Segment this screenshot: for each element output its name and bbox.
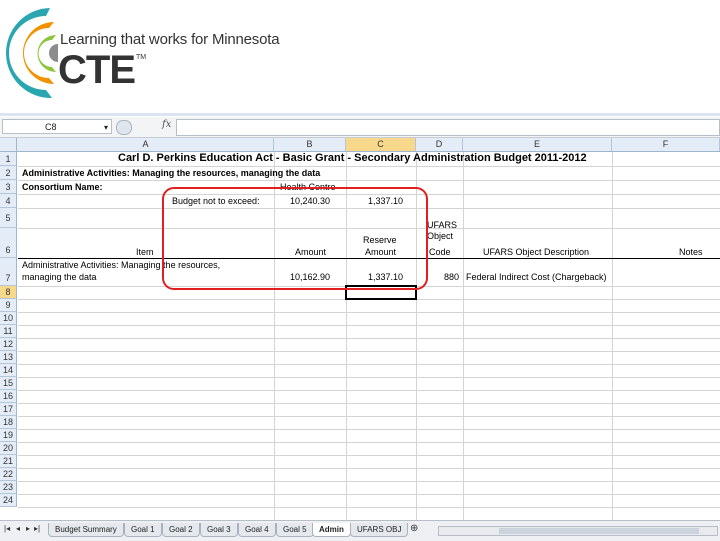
tab-goal-2[interactable]: Goal 2 xyxy=(162,523,200,537)
row-header-4[interactable]: 4 xyxy=(0,194,17,208)
cte-swoosh-icon xyxy=(5,8,58,99)
divider xyxy=(0,113,720,116)
row-header-11[interactable]: 11 xyxy=(0,325,17,338)
column-header-b[interactable]: B xyxy=(274,138,346,151)
row-header-10[interactable]: 10 xyxy=(0,312,17,325)
code-cell: 880 xyxy=(444,272,460,282)
row-header-20[interactable]: 20 xyxy=(0,442,17,455)
tab-goal-4[interactable]: Goal 4 xyxy=(238,523,276,537)
sheet-tab-bar: |◂ ◂ ▸ ▸| Budget Summary Goal 1 Goal 2 G… xyxy=(0,520,720,541)
gridline xyxy=(18,455,720,456)
tab-goal-1[interactable]: Goal 1 xyxy=(124,523,162,537)
sheet-title: Carl D. Perkins Education Act - Basic Gr… xyxy=(118,152,587,164)
gridline xyxy=(18,403,720,404)
gridline xyxy=(18,416,720,417)
section-label: Administrative Activities: Managing the … xyxy=(22,168,321,178)
ufars-description-header: UFARS Object Description xyxy=(483,247,590,257)
gridline xyxy=(18,166,720,167)
name-box-value: C8 xyxy=(45,122,57,132)
row-header-21[interactable]: 21 xyxy=(0,455,17,468)
formula-tools: fx xyxy=(116,119,176,135)
insert-sheet-icon[interactable]: ⊕ xyxy=(410,523,418,534)
column-header-d[interactable]: D xyxy=(416,138,463,151)
object-header: Object xyxy=(427,231,454,241)
row-header-7[interactable]: 7 xyxy=(0,258,17,286)
chevron-down-icon[interactable]: ▾ xyxy=(104,120,108,135)
tab-goal-5[interactable]: Goal 5 xyxy=(276,523,314,537)
gridline xyxy=(18,494,720,495)
scrollbar-thumb[interactable] xyxy=(499,528,699,534)
code-header: Code xyxy=(429,247,451,257)
row-header-14[interactable]: 14 xyxy=(0,364,17,377)
cte-logo: Learning that works for Minnesota CTE TM xyxy=(0,0,300,110)
row-header-9[interactable]: 9 xyxy=(0,299,17,312)
gridline xyxy=(18,180,720,181)
column-header-e[interactable]: E xyxy=(463,138,612,151)
gridline xyxy=(18,351,720,352)
prev-sheet-icon[interactable]: ◂ xyxy=(16,524,20,533)
item-header: Item xyxy=(136,247,154,257)
first-sheet-icon[interactable]: |◂ xyxy=(4,524,10,533)
horizontal-scrollbar[interactable] xyxy=(438,526,718,536)
gridline xyxy=(18,325,720,326)
logo-wordmark: CTE xyxy=(58,48,136,92)
gridline xyxy=(18,442,720,443)
consortium-name-label: Consortium Name: xyxy=(22,182,103,192)
row-header-2[interactable]: 2 xyxy=(0,166,17,180)
formula-bar: C8 ▾ fx xyxy=(0,117,720,138)
resize-handle-icon[interactable] xyxy=(116,120,132,135)
row-header-15[interactable]: 15 xyxy=(0,377,17,390)
column-header-a[interactable]: A xyxy=(18,138,274,151)
tab-budget-summary[interactable]: Budget Summary xyxy=(48,523,124,537)
gridline xyxy=(18,507,720,508)
row-header-1[interactable]: 1 xyxy=(0,152,17,166)
name-box[interactable]: C8 ▾ xyxy=(2,119,112,134)
select-all-corner[interactable] xyxy=(0,138,17,151)
row-header-8[interactable]: 8 xyxy=(0,286,17,299)
row-header-3[interactable]: 3 xyxy=(0,180,17,194)
row-header-13[interactable]: 13 xyxy=(0,351,17,364)
tab-goal-3[interactable]: Goal 3 xyxy=(200,523,238,537)
gridline xyxy=(18,468,720,469)
row-header-23[interactable]: 23 xyxy=(0,481,17,494)
row-header-16[interactable]: 16 xyxy=(0,390,17,403)
logo-trademark: TM xyxy=(136,54,147,61)
row-header-6[interactable]: 6 xyxy=(0,228,17,258)
last-sheet-icon[interactable]: ▸| xyxy=(34,524,40,533)
gridline xyxy=(18,429,720,430)
column-header-f[interactable]: F xyxy=(612,138,720,151)
logo-tagline: Learning that works for Minnesota xyxy=(60,31,280,48)
ufars-header: UFARS xyxy=(427,220,458,230)
gridline xyxy=(18,364,720,365)
gridline xyxy=(18,312,720,313)
notes-header: Notes xyxy=(679,247,703,257)
row-header-18[interactable]: 18 xyxy=(0,416,17,429)
gridline xyxy=(18,481,720,482)
row-header-17[interactable]: 17 xyxy=(0,403,17,416)
gridline xyxy=(18,390,720,391)
row-header-5[interactable]: 5 xyxy=(0,208,17,228)
row-header-12[interactable]: 12 xyxy=(0,338,17,351)
gridline xyxy=(18,338,720,339)
tab-admin[interactable]: Admin xyxy=(312,523,351,537)
ufars-description-cell: Federal Indirect Cost (Chargeback) xyxy=(466,272,607,282)
row-header-24[interactable]: 24 xyxy=(0,494,17,507)
formula-input[interactable] xyxy=(176,119,720,136)
gridline xyxy=(18,377,720,378)
column-header-c[interactable]: C xyxy=(346,138,416,151)
highlight-annotation xyxy=(162,187,428,290)
next-sheet-icon[interactable]: ▸ xyxy=(26,524,30,533)
row-header-19[interactable]: 19 xyxy=(0,429,17,442)
insert-function-icon[interactable]: fx xyxy=(162,119,171,130)
row-header-22[interactable]: 22 xyxy=(0,468,17,481)
tab-ufars-obj[interactable]: UFARS OBJ xyxy=(350,523,409,537)
column-headers: A B C D E F xyxy=(0,138,720,152)
item-cell-line2: managing the data xyxy=(22,272,97,282)
